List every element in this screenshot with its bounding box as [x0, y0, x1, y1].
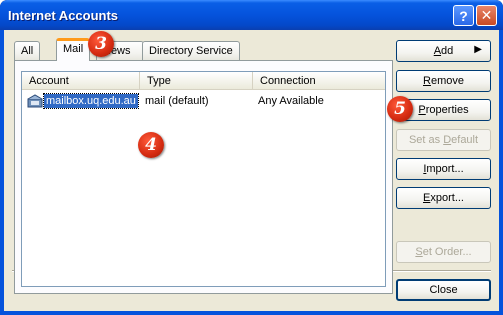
import-label: Import...	[423, 163, 464, 175]
annotation-marker-5: 5	[387, 96, 413, 122]
help-button[interactable]: ?	[453, 5, 474, 26]
close-window-button[interactable]: ✕	[476, 5, 497, 26]
list-item[interactable]: mailbox.uq.edu.au mail (default) Any Ava…	[22, 93, 385, 111]
close-label: Close	[429, 284, 458, 296]
remove-button[interactable]: Remove	[396, 70, 491, 92]
set-order-button[interactable]: Set Order...	[396, 241, 491, 263]
annotation-marker-4: 4	[138, 132, 164, 158]
account-name: mailbox.uq.edu.au	[43, 93, 139, 109]
tab-label: All	[21, 45, 34, 57]
tab-mail[interactable]: Mail	[56, 38, 91, 61]
window-title: Internet Accounts	[8, 8, 119, 23]
add-button[interactable]: Add ▶	[396, 40, 491, 62]
properties-label: Properties	[418, 104, 469, 116]
tab-panel-mail: Account Type Connection mailbox.uq.edu.a…	[14, 60, 393, 294]
tab-label: Mail	[63, 43, 84, 55]
remove-label: Remove	[423, 75, 464, 87]
set-order-label: Set Order...	[415, 246, 472, 258]
tab-directory-service[interactable]: Directory Service	[142, 41, 240, 61]
mail-account-icon	[27, 94, 43, 108]
export-button[interactable]: Export...	[396, 187, 491, 209]
internet-accounts-window: Internet Accounts ? ✕ All Mail News Dire…	[0, 0, 503, 315]
column-header-type[interactable]: Type	[140, 72, 253, 90]
set-as-default-button[interactable]: Set as Default	[396, 129, 491, 151]
account-type: mail (default)	[145, 95, 209, 107]
annotation-marker-3: 3	[88, 31, 114, 57]
dialog-body: All Mail News Directory Service Account …	[4, 30, 499, 311]
set-as-default-label: Set as Default	[408, 134, 479, 146]
arrow-right-icon: ▶	[474, 44, 482, 55]
tab-all[interactable]: All	[14, 41, 41, 61]
import-button[interactable]: Import...	[396, 158, 491, 180]
title-bar[interactable]: Internet Accounts ? ✕	[0, 0, 503, 30]
column-header-account[interactable]: Account	[22, 72, 140, 90]
add-label: Add	[433, 45, 454, 57]
column-header-connection[interactable]: Connection	[253, 72, 387, 90]
list-header: Account Type Connection	[22, 72, 385, 90]
close-button[interactable]: Close	[396, 279, 491, 301]
accounts-list[interactable]: Account Type Connection mailbox.uq.edu.a…	[21, 71, 386, 287]
account-connection: Any Available	[258, 95, 324, 107]
export-label: Export...	[423, 192, 464, 204]
tab-label: Directory Service	[149, 45, 233, 57]
